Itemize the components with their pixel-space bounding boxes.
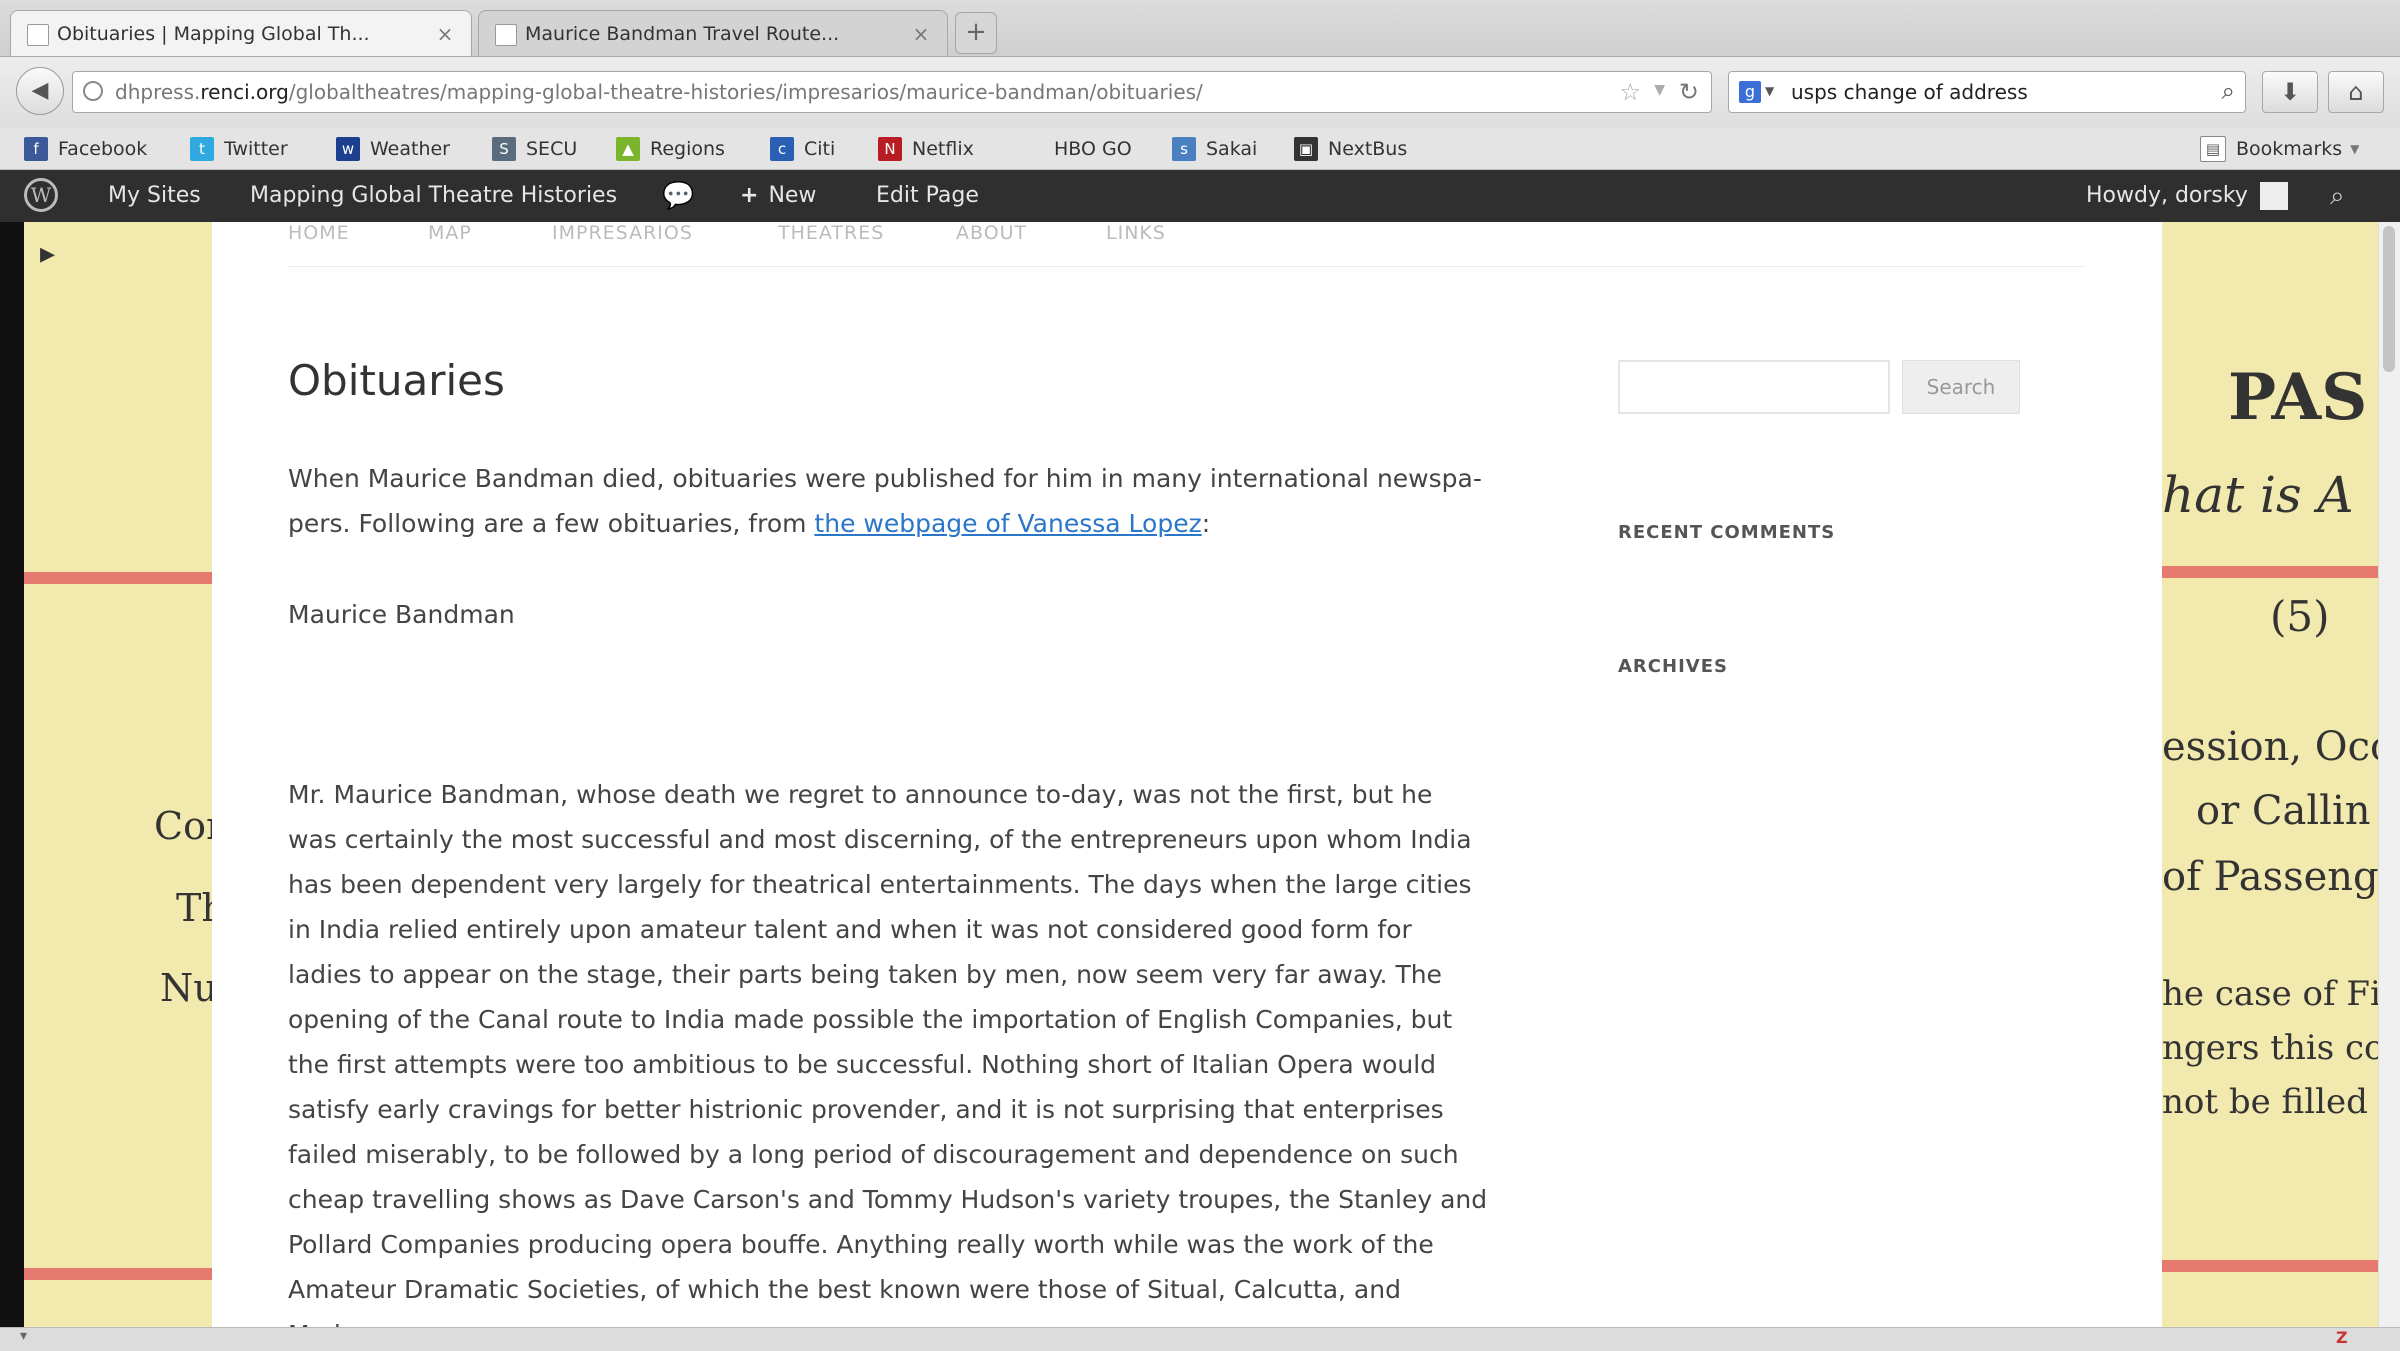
- secu-icon: S: [492, 137, 516, 161]
- paper-rule: [24, 572, 212, 584]
- netflix-icon: N: [878, 137, 902, 161]
- edit-page-link[interactable]: Edit Page: [876, 170, 979, 222]
- search-icon[interactable]: ⌕: [2222, 77, 2235, 105]
- search-icon[interactable]: ⌕: [2330, 170, 2345, 222]
- tab-strip: Obituaries | Mapping Global Th... × Maur…: [0, 0, 2400, 57]
- avatar[interactable]: [2260, 182, 2288, 210]
- vertical-scrollbar[interactable]: [2378, 222, 2400, 1327]
- divider: [288, 266, 2086, 267]
- nav-impresarios[interactable]: IMPRESARIOS: [552, 222, 693, 244]
- chevron-down-icon[interactable]: ▼: [1765, 84, 1774, 98]
- recent-comments-heading: RECENT COMMENTS: [1618, 522, 1836, 543]
- bookmark-weather[interactable]: w Weather: [336, 136, 450, 162]
- background-text: or Callin: [2196, 788, 2371, 834]
- bookmark-citi[interactable]: c Citi: [770, 136, 835, 162]
- tab-title: Obituaries | Mapping Global Th...: [57, 22, 370, 45]
- search-bar[interactable]: g ▼ usps change of address ⌕: [1728, 71, 2246, 113]
- chevron-down-icon: ▼: [2350, 142, 2360, 156]
- page-icon: [495, 24, 517, 46]
- reload-icon[interactable]: ↻: [1679, 78, 1699, 106]
- bookmarks-menu[interactable]: ▤ Bookmarks ▼: [2200, 136, 2359, 162]
- howdy-user-link[interactable]: Howdy, dorsky: [2086, 170, 2248, 222]
- zotero-icon[interactable]: Z: [2336, 1328, 2348, 1347]
- paper-mark: ▸: [40, 236, 56, 271]
- background-text: ession, Occ: [2162, 724, 2378, 770]
- nav-links[interactable]: LINKS: [1106, 222, 1166, 244]
- background-text: not be filled: [2162, 1082, 2368, 1122]
- subheading: Maurice Bandman: [288, 600, 515, 629]
- nav-theatres[interactable]: THEATRES: [778, 222, 884, 244]
- paper-rule: [2162, 1260, 2378, 1272]
- page-title: Obituaries: [288, 356, 505, 405]
- bookmark-sakai[interactable]: s Sakai: [1172, 136, 1257, 162]
- site-content: HOME MAP IMPRESARIOS THEATRES ABOUT LINK…: [212, 222, 2162, 1327]
- background-text: he case of Fi: [2162, 974, 2378, 1014]
- background-text: hat is A: [2162, 466, 2354, 524]
- intro-paragraph: When Maurice Bandman died, obituaries we…: [288, 464, 1482, 538]
- twitter-icon: t: [190, 137, 214, 161]
- background-text: ngers this col: [2162, 1028, 2378, 1068]
- tab-obituaries[interactable]: Obituaries | Mapping Global Th... ×: [10, 10, 472, 56]
- bookmark-star-icon[interactable]: ☆: [1619, 78, 1641, 106]
- bookmark-secu[interactable]: S SECU: [492, 136, 577, 162]
- wordpress-logo-icon[interactable]: W: [24, 178, 58, 212]
- nav-map[interactable]: MAP: [428, 222, 472, 244]
- background-text: (5): [2270, 592, 2330, 641]
- status-mark: ▾: [20, 1328, 28, 1344]
- background-text: PAS: [2228, 360, 2368, 435]
- bookmarks-bar: f Facebook t Twitter w Weather S SECU ▲ Regio…: [0, 128, 2400, 170]
- close-icon[interactable]: ×: [433, 22, 457, 46]
- bookmark-nextbus[interactable]: ▣ NextBus: [1294, 136, 1407, 162]
- archives-heading: ARCHIVES: [1618, 656, 1728, 677]
- page-icon: [27, 24, 49, 46]
- obituary-body: Mr. Maurice Bandman, whose death we regr…: [288, 780, 1488, 1327]
- close-icon[interactable]: ×: [909, 22, 933, 46]
- bookmark-regions[interactable]: ▲ Regions: [616, 136, 725, 162]
- vanessa-lopez-link[interactable]: the webpage of Vanessa Lopez: [814, 509, 1201, 538]
- site-info-icon[interactable]: [83, 81, 103, 101]
- comments-icon[interactable]: 💬: [662, 170, 694, 222]
- scroll-thumb[interactable]: [2383, 226, 2395, 372]
- bookmark-netflix[interactable]: N Netflix: [878, 136, 974, 162]
- sakai-icon: s: [1172, 137, 1196, 161]
- page-edge: [0, 222, 24, 1327]
- nextbus-icon: ▣: [1294, 137, 1318, 161]
- tab-title: Maurice Bandman Travel Route...: [525, 22, 840, 45]
- my-sites-link[interactable]: My Sites: [108, 170, 201, 222]
- citi-icon: c: [770, 137, 794, 161]
- sidebar-search-button[interactable]: Search: [1902, 360, 2020, 414]
- background-text: Nu: [160, 966, 218, 1010]
- wp-admin-bar: W My Sites Mapping Global Theatre Histor…: [0, 170, 2400, 222]
- facebook-icon: f: [24, 137, 48, 161]
- tab-bandman-travel[interactable]: Maurice Bandman Travel Route... ×: [478, 10, 948, 56]
- regions-icon: ▲: [616, 137, 640, 161]
- site-name-link[interactable]: Mapping Global Theatre Histories: [250, 170, 617, 222]
- google-icon[interactable]: g: [1739, 81, 1761, 103]
- chevron-down-icon[interactable]: ▼: [1654, 82, 1665, 98]
- paper-rule: [2162, 566, 2378, 578]
- address-bar[interactable]: dhpress.renci.org/globaltheatres/mapping…: [72, 71, 1712, 113]
- nav-about[interactable]: ABOUT: [956, 222, 1027, 244]
- sidebar-search-input[interactable]: [1618, 360, 1890, 414]
- page-viewport: ▸ Con Th Nu PAS hat is A (5) ession, Occ…: [0, 222, 2378, 1327]
- new-content-link[interactable]: + New: [740, 170, 816, 222]
- download-button[interactable]: ⬇: [2262, 71, 2318, 113]
- navigation-toolbar: ◀ dhpress.renci.org/globaltheatres/mappi…: [0, 57, 2400, 129]
- back-button[interactable]: ◀: [16, 67, 64, 115]
- bookmarks-icon: ▤: [2200, 136, 2226, 162]
- new-tab-button[interactable]: +: [955, 12, 997, 54]
- bookmark-hbo-go[interactable]: HBO GO: [1054, 136, 1132, 162]
- paper-rule: [24, 1268, 212, 1280]
- bookmark-twitter[interactable]: t Twitter: [190, 136, 288, 162]
- home-button[interactable]: ⌂: [2328, 71, 2384, 113]
- nav-home[interactable]: HOME: [288, 222, 350, 244]
- weather-icon: w: [336, 137, 360, 161]
- background-text: of Passeng: [2162, 854, 2378, 900]
- url-text[interactable]: dhpress.renci.org/globaltheatres/mapping…: [115, 80, 1203, 104]
- bookmark-facebook[interactable]: f Facebook: [24, 136, 147, 162]
- status-bar: ▾ Z: [0, 1327, 2400, 1351]
- plus-icon: +: [740, 183, 759, 208]
- search-input[interactable]: usps change of address: [1791, 80, 2028, 104]
